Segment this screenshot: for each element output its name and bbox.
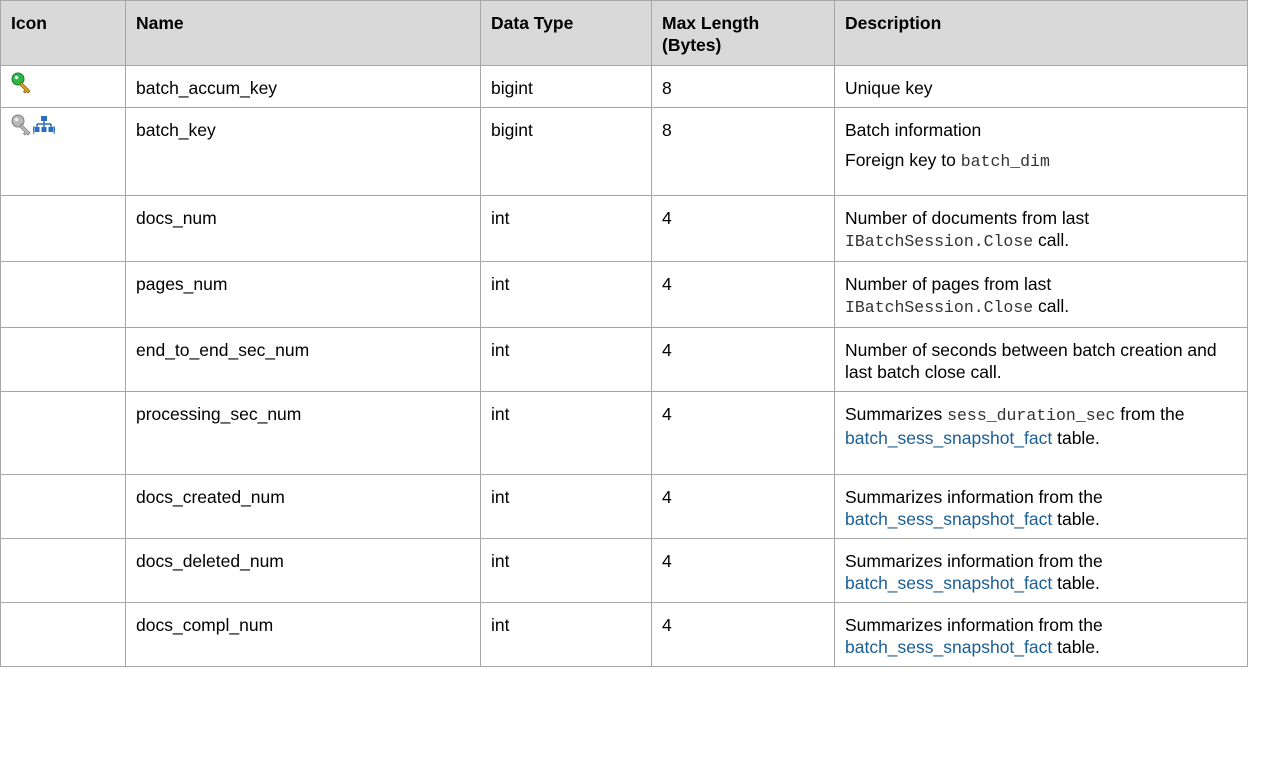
column-max-length: 4 [651, 391, 835, 475]
column-data-type: int [480, 261, 652, 328]
icon-cell [0, 195, 126, 262]
icon-cell [0, 107, 126, 196]
description-middle: from the [1115, 404, 1185, 424]
icon-cell [0, 538, 126, 603]
header-icon: Icon [0, 0, 126, 66]
icon-cell [0, 602, 126, 667]
table-row: docs_num int 4 Number of documents from … [0, 195, 1248, 262]
column-name: batch_accum_key [125, 65, 481, 108]
description-prefix: Foreign key to [845, 150, 961, 170]
batch-sess-snapshot-fact-link[interactable]: batch_sess_snapshot_fact [845, 573, 1052, 593]
icon-cell [0, 65, 126, 108]
header-max-length-line2: (Bytes) [662, 35, 722, 55]
batch-sess-snapshot-fact-link[interactable]: batch_sess_snapshot_fact [845, 509, 1052, 529]
description-suffix: table. [1052, 637, 1100, 657]
column-data-type: bigint [480, 107, 652, 196]
column-max-length: 4 [651, 261, 835, 328]
table-row: processing_sec_num int 4 Summarizes sess… [0, 391, 1248, 475]
column-description: Number of pages from last IBatchSession.… [834, 261, 1248, 328]
column-data-type: int [480, 327, 652, 392]
code-batch-dim: batch_dim [960, 152, 1050, 171]
column-description: Summarizes information from the batch_se… [834, 474, 1248, 539]
column-name: docs_num [125, 195, 481, 262]
column-name: docs_deleted_num [125, 538, 481, 603]
column-description: Number of seconds between batch creation… [834, 327, 1248, 392]
column-name: docs_created_num [125, 474, 481, 539]
description-line2: Foreign key to batch_dim [845, 149, 1237, 173]
code-ibatchsession-close: IBatchSession.Close [845, 298, 1034, 317]
icon-cell [0, 474, 126, 539]
column-max-length: 4 [651, 538, 835, 603]
column-max-length: 4 [651, 195, 835, 262]
header-data-type: Data Type [480, 0, 652, 66]
header-row: Icon Name Data Type Max Length (Bytes) D… [0, 0, 1248, 66]
header-name: Name [125, 0, 481, 66]
table-row: batch_accum_key bigint 8 Unique key [0, 65, 1248, 108]
column-data-type: int [480, 391, 652, 475]
columns-table: Icon Name Data Type Max Length (Bytes) D… [0, 0, 1248, 667]
column-data-type: int [480, 474, 652, 539]
table-row: docs_compl_num int 4 Summarizes informat… [0, 602, 1248, 667]
column-data-type: int [480, 538, 652, 603]
column-name: docs_compl_num [125, 602, 481, 667]
description-prefix: Summarizes information from the [845, 615, 1103, 635]
description-suffix: call. [1033, 296, 1070, 316]
table-body: batch_accum_key bigint 8 Unique key batc… [0, 65, 1248, 667]
table-row: pages_num int 4 Number of pages from las… [0, 261, 1248, 328]
description-prefix: Summarizes information from the [845, 487, 1103, 507]
table-row: batch_key bigint 8 Batch information For… [0, 107, 1248, 196]
description-text: Unique key [845, 78, 933, 98]
description-suffix: call. [1033, 230, 1070, 250]
column-description: Summarizes sess_duration_sec from the ba… [834, 391, 1248, 475]
icon-cell [0, 327, 126, 392]
table-row: docs_created_num int 4 Summarizes inform… [0, 474, 1248, 539]
column-description: Unique key [834, 65, 1248, 108]
column-name: batch_key [125, 107, 481, 196]
icon-cell [0, 261, 126, 328]
column-max-length: 4 [651, 602, 835, 667]
description-prefix: Summarizes information from the [845, 551, 1103, 571]
column-description: Summarizes information from the batch_se… [834, 602, 1248, 667]
column-description: Number of documents from last IBatchSess… [834, 195, 1248, 262]
description-prefix: Summarizes [845, 404, 948, 424]
table-row: docs_deleted_num int 4 Summarizes inform… [0, 538, 1248, 603]
description-suffix: table. [1052, 428, 1100, 448]
icon-cell [0, 391, 126, 475]
primary-key-icon [11, 72, 33, 94]
column-name: pages_num [125, 261, 481, 328]
table-header: Icon Name Data Type Max Length (Bytes) D… [0, 0, 1248, 66]
hierarchy-icon [33, 116, 55, 135]
foreign-key-icon [11, 114, 55, 136]
code-ibatchsession-close: IBatchSession.Close [845, 232, 1034, 251]
column-max-length: 8 [651, 65, 835, 108]
column-max-length: 4 [651, 327, 835, 392]
description-line1: Batch information [845, 120, 982, 140]
description-prefix: Number of documents from last [845, 208, 1090, 228]
description-prefix: Number of pages from last [845, 274, 1052, 294]
header-max-length: Max Length (Bytes) [651, 0, 835, 66]
header-description: Description [834, 0, 1248, 66]
batch-sess-snapshot-fact-link[interactable]: batch_sess_snapshot_fact [845, 637, 1052, 657]
column-data-type: int [480, 602, 652, 667]
column-name: processing_sec_num [125, 391, 481, 475]
code-sess-duration-sec: sess_duration_sec [947, 406, 1116, 425]
column-max-length: 4 [651, 474, 835, 539]
column-description: Summarizes information from the batch_se… [834, 538, 1248, 603]
table-row: end_to_end_sec_num int 4 Number of secon… [0, 327, 1248, 392]
column-max-length: 8 [651, 107, 835, 196]
column-data-type: bigint [480, 65, 652, 108]
header-max-length-line1: Max Length [662, 13, 760, 33]
column-description: Batch information Foreign key to batch_d… [834, 107, 1248, 196]
description-suffix: table. [1052, 509, 1100, 529]
batch-sess-snapshot-fact-link[interactable]: batch_sess_snapshot_fact [845, 428, 1052, 448]
description-text: Number of seconds between batch creation… [845, 340, 1217, 382]
description-suffix: table. [1052, 573, 1100, 593]
column-name: end_to_end_sec_num [125, 327, 481, 392]
column-data-type: int [480, 195, 652, 262]
